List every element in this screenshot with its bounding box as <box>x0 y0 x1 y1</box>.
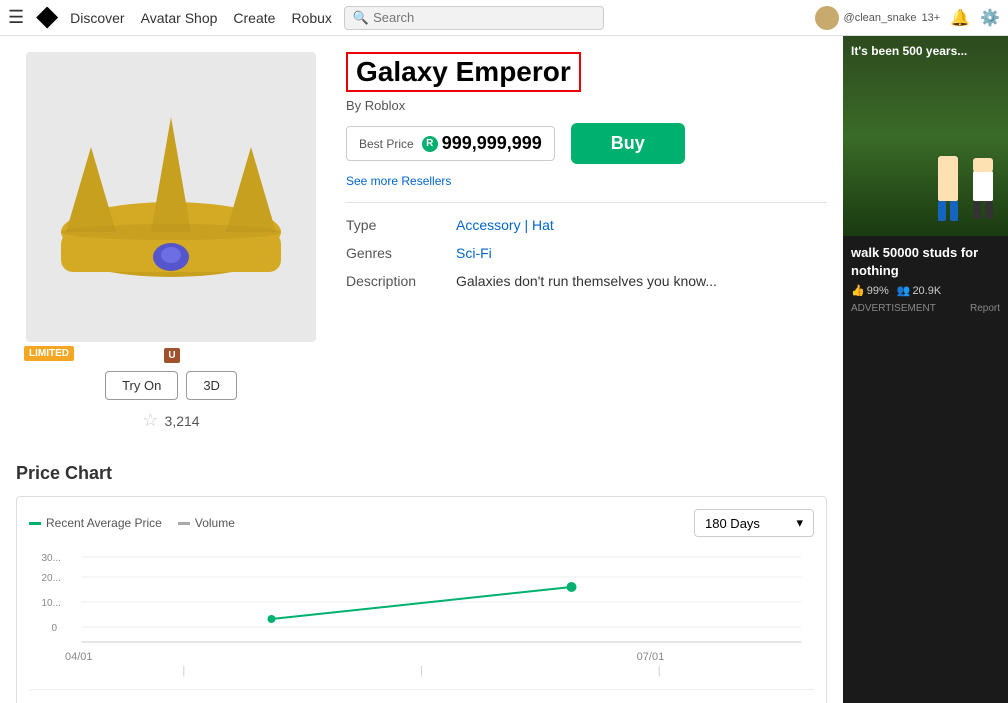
ad-walk-text: walk 50000 studs for nothing <box>851 244 1000 280</box>
chart-header: Recent Average Price Volume 180 Days ▾ <box>29 509 814 537</box>
try-3d-row: Try On 3D <box>105 371 237 400</box>
price-row: Best Price R 999,999,999 Buy <box>346 123 827 164</box>
favorites-count: 3,214 <box>165 413 200 429</box>
price-value: R 999,999,999 <box>422 133 542 154</box>
type-value[interactable]: Accessory | Hat <box>456 217 554 233</box>
info-row-type: Type Accessory | Hat <box>346 211 827 239</box>
legend-avg-label: Recent Average Price <box>46 516 162 530</box>
description-value: Galaxies don't run themselves you know..… <box>456 273 717 289</box>
nav-create[interactable]: Create <box>233 10 275 26</box>
hamburger-menu[interactable]: ☰ <box>8 7 24 28</box>
legend-gray-line <box>178 522 190 525</box>
ad-title: It's been 500 years... <box>851 44 967 60</box>
buy-button[interactable]: Buy <box>571 123 685 164</box>
nav-links: Discover Avatar Shop Create Robux <box>70 10 332 26</box>
ad-players-stat: 👥 20.9K <box>897 284 941 297</box>
robux-icon: R <box>422 136 438 152</box>
x-label-1: 07/01 <box>637 651 665 663</box>
best-price-label: Best Price <box>359 137 414 151</box>
try-on-button[interactable]: Try On <box>105 371 178 400</box>
see-resellers-link[interactable]: See more Resellers <box>346 174 827 188</box>
svg-text:30...: 30... <box>42 553 61 564</box>
x-label-0: 04/01 <box>65 651 93 663</box>
period-dropdown[interactable]: 180 Days ▾ <box>694 509 814 537</box>
ad-stats-row: 👍 99% 👥 20.9K <box>851 284 1000 297</box>
type-label: Type <box>346 217 456 233</box>
favorites-row: ☆ 3,214 <box>142 410 199 431</box>
roblox-logo <box>36 7 58 29</box>
legend-vol-label: Volume <box>195 516 235 530</box>
chart-area: 30... 20... 10... 0 <box>29 547 814 647</box>
stats-row: Quantity Sold 150 Original Price 2,050 A… <box>29 689 814 703</box>
ad-footer: walk 50000 studs for nothing 👍 99% 👥 20.… <box>843 236 1008 322</box>
top-navigation: ☰ Discover Avatar Shop Create Robux 🔍 @c… <box>0 0 1008 36</box>
best-price-box: Best Price R 999,999,999 <box>346 126 555 161</box>
svg-text:0: 0 <box>52 623 58 634</box>
thumbs-percent: 99% <box>867 285 889 297</box>
item-info-column: Galaxy Emperor By Roblox Best Price R 99… <box>346 52 827 431</box>
description-label: Description <box>346 273 456 289</box>
nav-avatar-shop[interactable]: Avatar Shop <box>141 10 218 26</box>
legend-avg-price: Recent Average Price <box>29 516 162 530</box>
settings-icon[interactable]: ⚙️ <box>980 8 1000 28</box>
user-profile[interactable]: @clean_snake 13+ <box>815 6 941 30</box>
content-area: LIMITED U Try On 3D ☆ 3,214 Galaxy Emper… <box>0 36 843 703</box>
star-icon[interactable]: ☆ <box>142 410 158 431</box>
ad-content: It's been 500 years... walk 50000 studs … <box>843 36 1008 703</box>
ad-label: ADVERTISEMENT <box>851 303 936 314</box>
genres-label: Genres <box>346 245 456 261</box>
svg-text:10...: 10... <box>42 598 61 609</box>
item-image-container <box>26 52 316 342</box>
right-sidebar: It's been 500 years... walk 50000 studs … <box>843 36 1008 703</box>
main-layout: LIMITED U Try On 3D ☆ 3,214 Galaxy Emper… <box>0 36 1008 703</box>
chevron-down-icon: ▾ <box>796 515 803 531</box>
age-badge: 13+ <box>921 12 940 24</box>
search-bar: 🔍 <box>344 6 604 30</box>
item-image-column: LIMITED U Try On 3D ☆ 3,214 <box>16 52 326 431</box>
notification-icon[interactable]: 🔔 <box>950 8 970 28</box>
ad-thumbs-stat: 👍 99% <box>851 284 889 297</box>
username: @clean_snake <box>844 12 917 24</box>
chart-legend: Recent Average Price Volume <box>29 516 235 530</box>
item-image <box>41 77 301 317</box>
item-creator: By Roblox <box>346 98 827 113</box>
info-table: Type Accessory | Hat Genres Sci-Fi Descr… <box>346 211 827 295</box>
info-row-description: Description Galaxies don't run themselve… <box>346 267 827 295</box>
info-row-genres: Genres Sci-Fi <box>346 239 827 267</box>
period-label: 180 Days <box>705 516 760 531</box>
legend-volume: Volume <box>178 516 235 530</box>
svg-text:20...: 20... <box>42 573 61 584</box>
ad-report-link[interactable]: Report <box>970 303 1000 314</box>
chart-svg: 30... 20... 10... 0 <box>29 547 814 647</box>
chart-container: Recent Average Price Volume 180 Days ▾ <box>16 496 827 703</box>
genres-value[interactable]: Sci-Fi <box>456 245 492 261</box>
3d-button[interactable]: 3D <box>186 371 237 400</box>
avatar <box>815 6 839 30</box>
players-icon: 👥 <box>897 284 911 297</box>
search-icon: 🔍 <box>353 10 369 26</box>
price-number: 999,999,999 <box>442 133 542 154</box>
nav-right-section: @clean_snake 13+ 🔔 ⚙️ <box>815 6 1000 30</box>
search-input[interactable] <box>373 10 595 25</box>
nav-robux[interactable]: Robux <box>291 10 331 26</box>
item-section: LIMITED U Try On 3D ☆ 3,214 Galaxy Emper… <box>0 36 843 447</box>
ad-label-row: ADVERTISEMENT Report <box>851 303 1000 314</box>
price-chart-section: Price Chart Recent Average Price Volume <box>0 447 843 703</box>
nav-discover[interactable]: Discover <box>70 10 124 26</box>
limited-badge: LIMITED <box>24 346 74 361</box>
chart-title: Price Chart <box>16 463 827 484</box>
item-title: Galaxy Emperor <box>346 52 581 92</box>
chart-x-labels: 04/01 07/01 <box>29 647 814 663</box>
badge-row: LIMITED U <box>162 348 179 363</box>
players-count: 20.9K <box>912 285 941 297</box>
ad-characters-image <box>928 136 1008 236</box>
limited-u-badge: U <box>164 348 179 363</box>
ad-image-area: It's been 500 years... <box>843 36 1008 236</box>
thumbs-up-icon: 👍 <box>851 284 865 297</box>
divider <box>346 202 827 203</box>
legend-green-line <box>29 522 41 525</box>
